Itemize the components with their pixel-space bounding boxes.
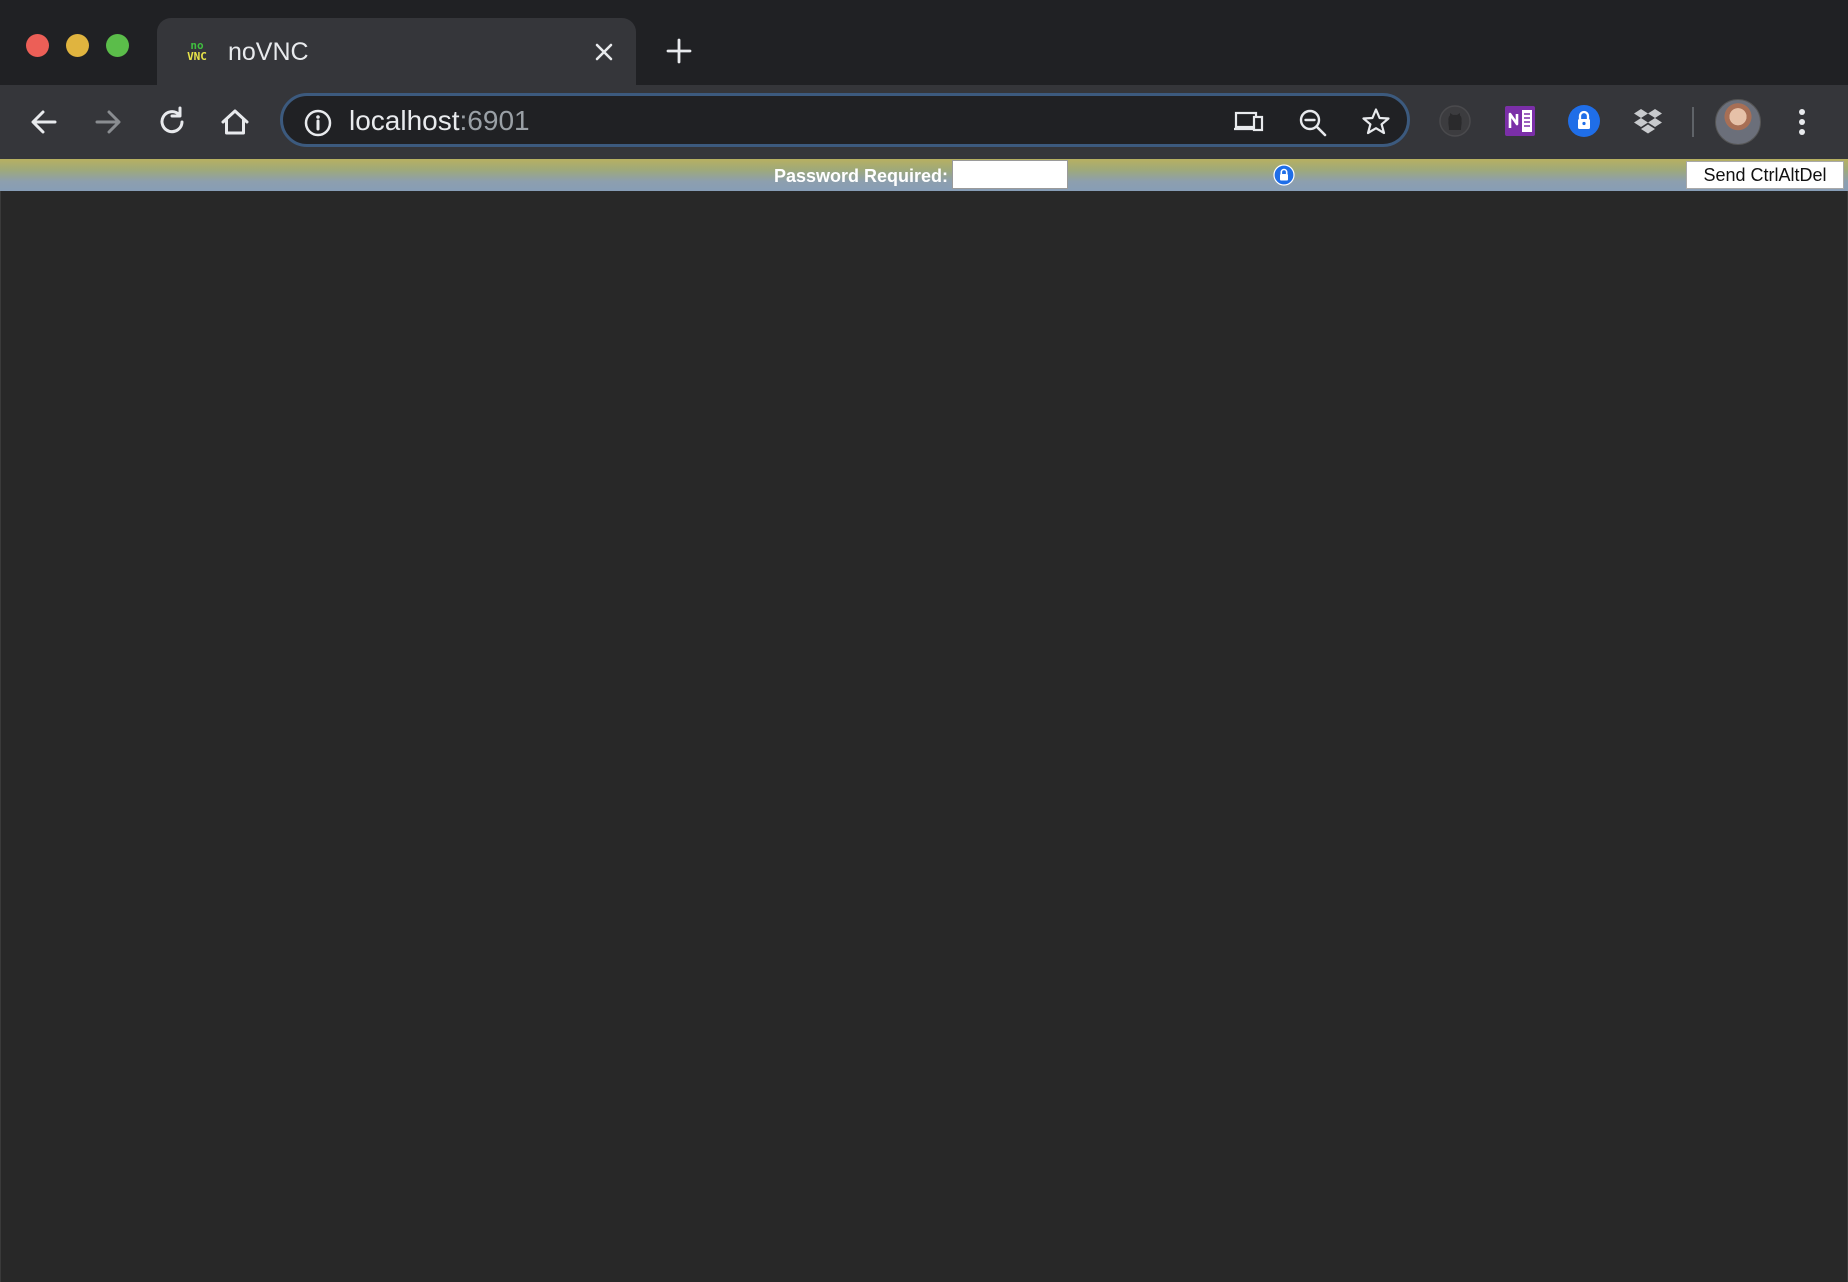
password-input[interactable] [952, 160, 1068, 189]
favicon-text-bottom: VNC [187, 50, 207, 63]
url-host: localhost [349, 105, 460, 136]
kebab-menu-icon[interactable] [1792, 105, 1812, 139]
address-bar[interactable]: localhost:6901 [280, 93, 1410, 147]
dropbox-icon[interactable] [1630, 103, 1666, 139]
github-icon[interactable] [1437, 103, 1473, 139]
info-icon[interactable] [303, 108, 333, 138]
plus-icon[interactable] [664, 36, 694, 66]
lock-icon[interactable] [1273, 164, 1295, 186]
tab-title: noVNC [228, 38, 309, 66]
arrow-right-icon[interactable] [89, 103, 127, 141]
password-lock-icon[interactable] [1566, 103, 1602, 139]
reload-icon[interactable] [153, 103, 191, 141]
novnc-favicon-icon: no VNC [181, 40, 213, 66]
close-window-button[interactable] [26, 34, 49, 57]
url-port: :6901 [459, 105, 530, 136]
cast-devices-icon[interactable] [1233, 107, 1265, 137]
onenote-icon[interactable] [1502, 103, 1538, 139]
url-text[interactable]: localhost:6901 [349, 106, 530, 136]
toolbar-separator [1692, 107, 1694, 137]
novnc-status-bar: Password Required: Send CtrlAltDel [0, 159, 1848, 191]
browser-toolbar: localhost:6901 [0, 85, 1848, 159]
browser-window: no VNC noVNC localhost:6901 Password Req… [0, 0, 1848, 1282]
arrow-left-icon[interactable] [25, 103, 63, 141]
star-icon[interactable] [1360, 107, 1392, 137]
send-ctrlaltdel-button[interactable]: Send CtrlAltDel [1686, 161, 1844, 189]
home-icon[interactable] [216, 103, 254, 141]
title-bar: no VNC noVNC [0, 0, 1848, 85]
avatar[interactable] [1715, 99, 1761, 145]
minimize-window-button[interactable] [66, 34, 89, 57]
close-icon[interactable] [590, 38, 618, 66]
password-required-label: Password Required: [773, 166, 948, 186]
vnc-canvas[interactable] [0, 191, 1848, 1282]
zoom-out-icon[interactable] [1297, 107, 1329, 137]
maximize-window-button[interactable] [106, 34, 129, 57]
tab-novnc[interactable]: no VNC noVNC [157, 18, 636, 85]
